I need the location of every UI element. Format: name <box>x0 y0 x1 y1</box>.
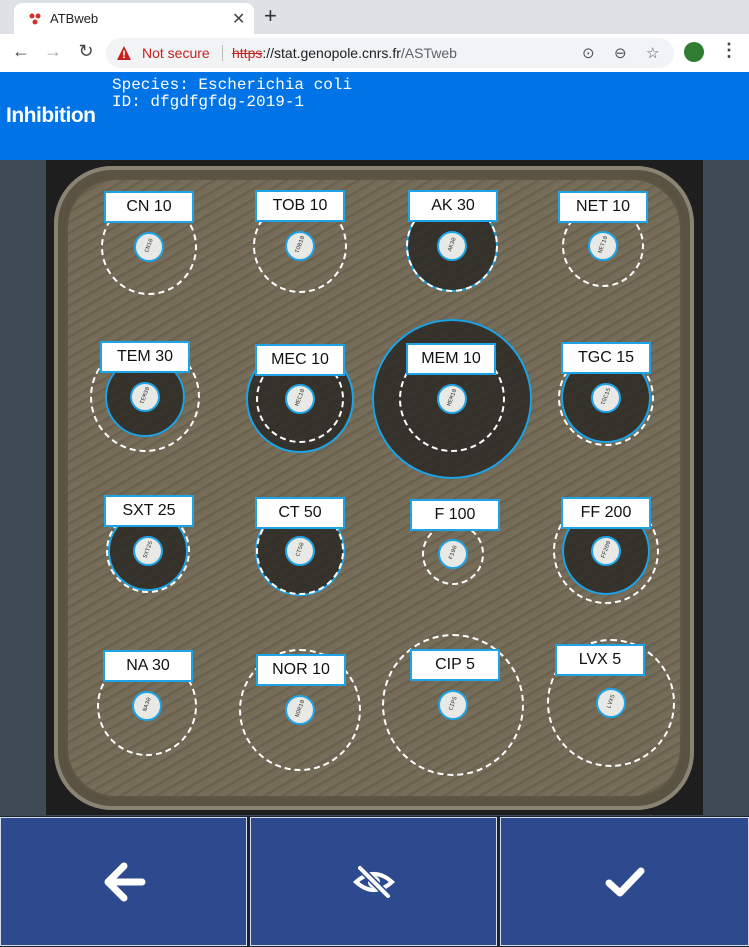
page-title: Inhibition <box>6 104 96 127</box>
tab-close-icon[interactable]: ✕ <box>232 9 245 29</box>
warning-icon <box>117 46 131 60</box>
reload-icon[interactable]: ↻ <box>75 41 97 62</box>
bookmark-star-icon[interactable]: ☆ <box>646 44 659 62</box>
disk-code: NOR10 <box>293 698 307 719</box>
url-scheme: https <box>232 45 263 61</box>
antibiotic-label[interactable]: NOR 10 <box>256 654 346 686</box>
tab-title: ATBweb <box>50 11 99 26</box>
disk-code: SXT25 <box>141 539 155 560</box>
bottom-action-bar <box>0 816 749 947</box>
antibiotic-disk[interactable]: MEM10 <box>437 384 467 414</box>
antibiotic-disk[interactable]: SXT25 <box>133 536 163 566</box>
antibiotic-disk[interactable]: NET10 <box>588 231 618 261</box>
extension-icon[interactable] <box>684 42 704 62</box>
confirm-button[interactable] <box>500 817 749 946</box>
omnibox-divider <box>222 45 223 61</box>
disk-code: TGC15 <box>599 386 613 407</box>
toggle-visibility-button[interactable] <box>250 817 497 946</box>
forward-nav-icon[interactable]: → <box>42 41 64 62</box>
location-icon[interactable]: ⊙ <box>582 44 595 62</box>
browser-tab[interactable]: ATBweb ✕ <box>14 3 254 34</box>
arrow-left-icon <box>104 862 145 901</box>
disk-code: AK30 <box>446 236 458 253</box>
antibiotic-label[interactable]: AK 30 <box>408 190 498 222</box>
disk-code: TOB10 <box>293 234 307 255</box>
antibiotic-label[interactable]: MEM 10 <box>406 343 496 375</box>
antibiotic-disk[interactable]: MEC10 <box>285 384 315 414</box>
antibiotic-label[interactable]: SXT 25 <box>104 495 194 527</box>
antibiotic-disk[interactable]: NA30 <box>132 691 162 721</box>
antibiotic-label[interactable]: MEC 10 <box>255 344 345 376</box>
id-line: ID: dfgdfgfdg-2019-1 <box>112 93 305 111</box>
antibiotic-label[interactable]: LVX 5 <box>555 644 645 676</box>
disk-code: CIP5 <box>447 695 459 712</box>
back-button[interactable] <box>0 817 247 946</box>
disk-code: MEM10 <box>445 387 459 408</box>
new-tab-icon[interactable]: + <box>264 3 277 29</box>
disk-code: NA30 <box>141 696 153 713</box>
back-nav-icon[interactable]: ← <box>10 41 32 62</box>
antibiotic-disk[interactable]: TEM30 <box>130 382 160 412</box>
antibiotic-disk[interactable]: LVX5 <box>596 688 626 718</box>
checkmark-icon <box>605 867 644 896</box>
browser-menu-icon[interactable]: ⋮ <box>720 40 738 61</box>
disk-code: F100 <box>447 544 459 561</box>
disk-code: FF200 <box>599 539 613 560</box>
antibiotic-disk[interactable]: TGC15 <box>591 383 621 413</box>
antibiotic-disk[interactable]: FF200 <box>591 536 621 566</box>
disk-code: TEM30 <box>138 385 152 406</box>
app-header: Inhibition Species: Escherichia coli ID:… <box>0 72 749 160</box>
disk-code: MEC10 <box>293 387 307 408</box>
antibiotic-label[interactable]: FF 200 <box>561 497 651 529</box>
antibiotic-label[interactable]: TOB 10 <box>255 190 345 222</box>
antibiotic-disk[interactable]: AK30 <box>437 231 467 261</box>
disk-code: CN10 <box>143 237 155 254</box>
antibiotic-disk[interactable]: CN10 <box>134 232 164 262</box>
antibiotic-disk[interactable]: TOB10 <box>285 231 315 261</box>
antibiotic-disk[interactable]: CT50 <box>285 536 315 566</box>
url-path: /ASTweb <box>400 45 457 61</box>
antibiotic-disk[interactable]: NOR10 <box>285 695 315 725</box>
disk-code: CT50 <box>294 541 306 558</box>
not-secure-label[interactable]: Not secure <box>142 45 210 61</box>
antibiotic-disk[interactable]: F100 <box>438 539 468 569</box>
antibiotic-label[interactable]: TEM 30 <box>100 341 190 373</box>
url-host: ://stat.genopole.cnrs.fr <box>262 45 401 61</box>
address-bar[interactable]: Not secure https://stat.genopole.cnrs.fr… <box>106 38 674 68</box>
disk-code: NET10 <box>596 234 610 255</box>
favicon-icon <box>29 13 41 25</box>
antibiotic-label[interactable]: F 100 <box>410 499 500 531</box>
browser-toolbar: ← → ↻ Not secure https://stat.genopole.c… <box>0 34 749 73</box>
sample-info: Species: Escherichia coli ID: dfgdfgfdg-… <box>112 77 352 111</box>
antibiotic-label[interactable]: CT 50 <box>255 497 345 529</box>
disk-code: LVX5 <box>605 693 617 710</box>
zoom-icon[interactable]: ⊖ <box>614 44 627 62</box>
browser-tabbar: ATBweb ✕ + <box>0 0 749 34</box>
antibiotic-label[interactable]: TGC 15 <box>561 342 651 374</box>
species-line: Species: Escherichia coli <box>112 76 353 94</box>
antibiotic-label[interactable]: NA 30 <box>103 650 193 682</box>
antibiotic-label[interactable]: CN 10 <box>104 191 194 223</box>
antibiotic-label[interactable]: NET 10 <box>558 191 648 223</box>
plate-image-area: CN10 CN 10 TOB10 TOB 10 AK30 AK 30 NET10 NET 10… <box>46 160 703 815</box>
antibiotic-disk[interactable]: CIP5 <box>438 690 468 720</box>
antibiotic-label[interactable]: CIP 5 <box>410 649 500 681</box>
eye-off-icon <box>352 865 395 898</box>
url-text[interactable]: https://stat.genopole.cnrs.fr/ASTweb <box>232 45 457 61</box>
